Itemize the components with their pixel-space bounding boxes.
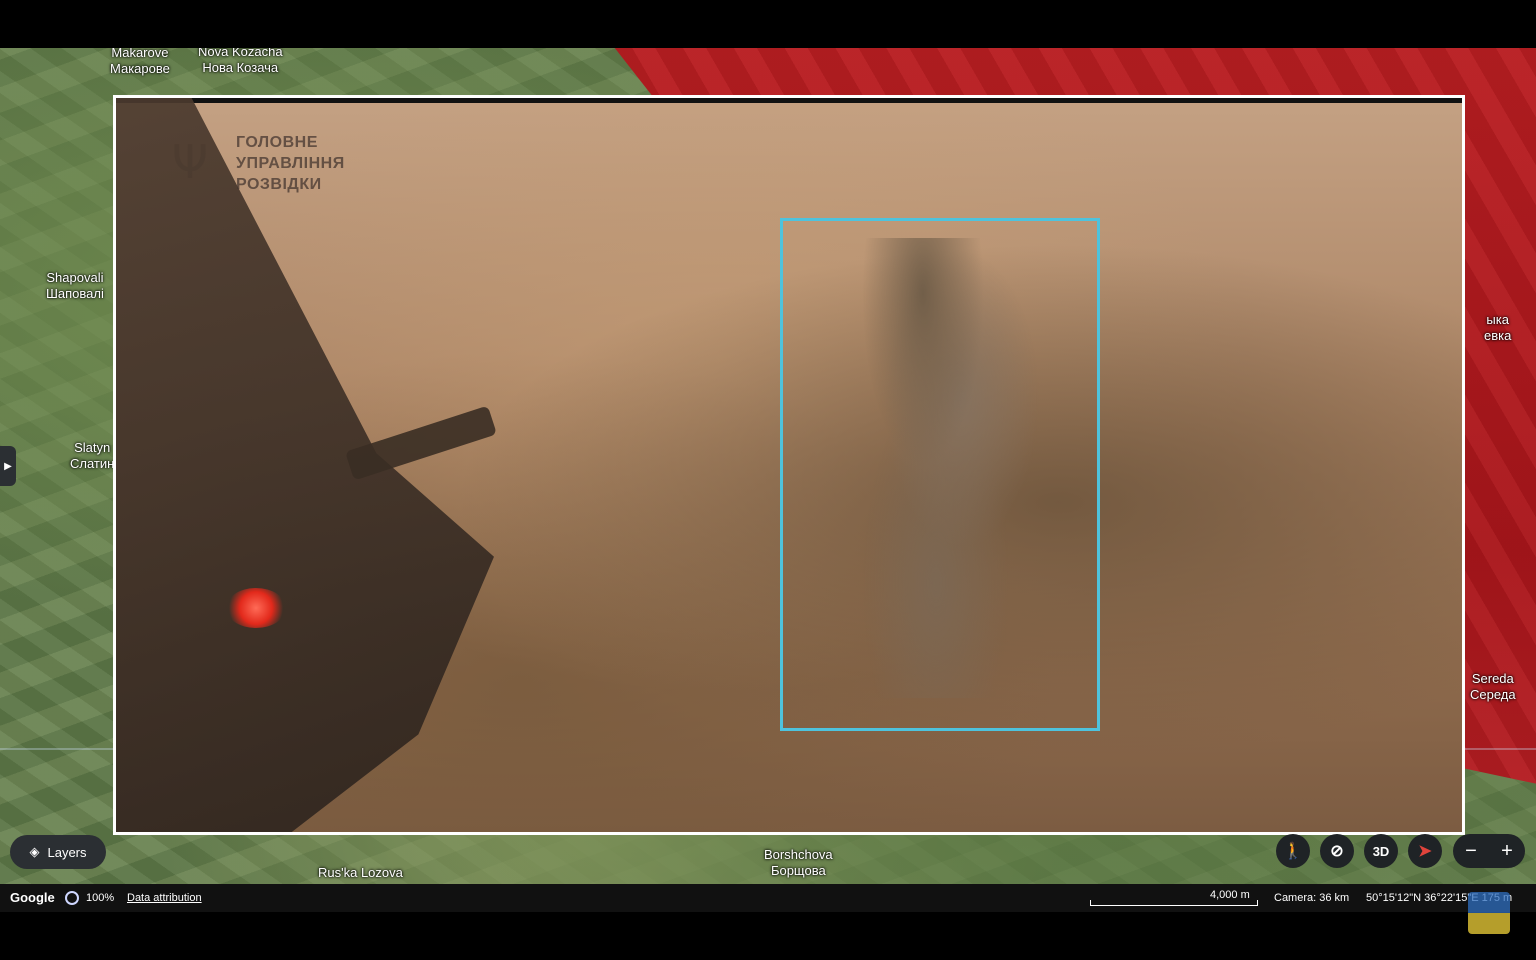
loading-ring-icon <box>65 891 79 905</box>
person-icon: 🚶 <box>1283 843 1303 860</box>
orbit-toggle-button[interactable]: ⊘ <box>1320 834 1354 868</box>
place-label-sereda: Sereda Середа <box>1470 671 1516 702</box>
no-orbit-icon: ⊘ <box>1330 843 1344 860</box>
load-percent: 100% <box>86 892 115 904</box>
drone-red-light <box>226 588 286 628</box>
layers-icon: ◈ <box>29 844 40 859</box>
place-label-slatyn: Slatyn Слатин <box>70 440 115 471</box>
google-logo: Google <box>10 890 55 905</box>
zoom-out-button[interactable]: − <box>1453 834 1489 868</box>
video-overlay: Ψ ГОЛОВНЕ УПРАВЛІННЯ РОЗВІДКИ <box>113 95 1465 835</box>
scale-label: 4,000 m <box>1210 889 1250 901</box>
place-label-makarove: Makarove Макарове <box>110 48 170 76</box>
data-attribution-link[interactable]: Data attribution <box>127 892 202 904</box>
place-label-shapovali: Shapovali Шаповалі <box>46 270 104 301</box>
layers-button[interactable]: ◈ Layers <box>10 835 106 869</box>
pegman-button[interactable]: 🚶 <box>1276 834 1310 868</box>
video-top-border <box>116 98 1462 103</box>
status-bar: Google 100% Data attribution 4,000 m Cam… <box>0 884 1536 912</box>
side-panel-toggle[interactable]: ▶ <box>0 446 16 486</box>
place-label-partial: ыка евка <box>1484 312 1512 343</box>
place-label-borshchova: Borshchova Борщова <box>764 847 833 878</box>
target-highlight-box <box>780 218 1100 731</box>
compass-button[interactable]: ➤ <box>1408 834 1442 868</box>
threed-button[interactable]: 3D <box>1364 834 1398 868</box>
compass-icon: ➤ <box>1418 843 1432 860</box>
place-label-ruska-lozova: Rus'ka Lozova <box>318 865 403 880</box>
agency-watermark: ГОЛОВНЕ УПРАВЛІННЯ РОЗВІДКИ <box>236 134 345 193</box>
drone-body <box>116 98 494 832</box>
ukraine-flag-icon <box>1468 892 1510 934</box>
camera-altitude: Camera: 36 km <box>1274 892 1350 904</box>
place-label-nova-kozacha: Nova Kozacha Нова Козача <box>198 48 283 75</box>
chevron-right-icon: ▶ <box>4 460 12 472</box>
zoom-controls: − + <box>1453 834 1525 868</box>
trident-icon: Ψ <box>171 135 209 189</box>
zoom-in-button[interactable]: + <box>1489 834 1525 868</box>
